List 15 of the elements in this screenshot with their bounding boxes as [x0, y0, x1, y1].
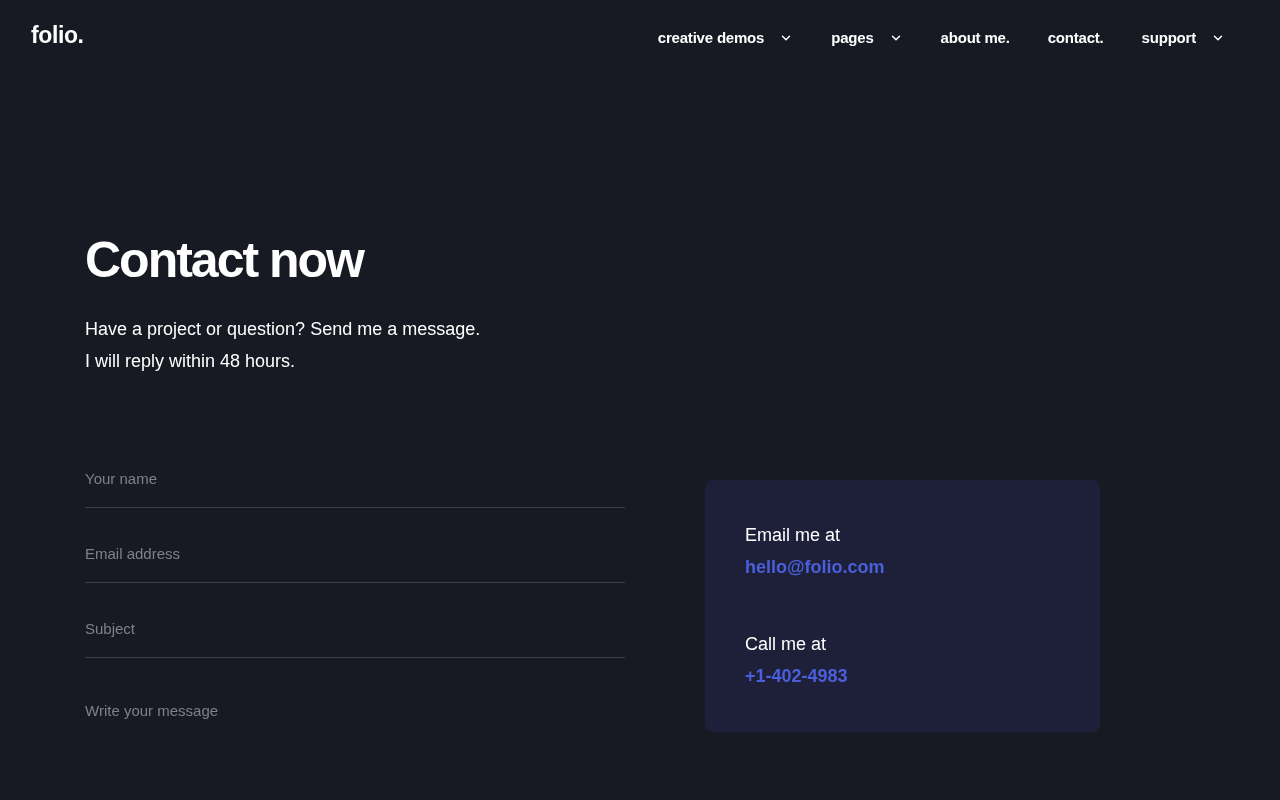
input-field[interactable]: Subject	[85, 619, 625, 658]
nav-item[interactable]: support	[1141, 28, 1225, 48]
message-field[interactable]: Write your message	[85, 701, 625, 800]
nav-item[interactable]: pages	[831, 28, 903, 48]
page-title: Contact now	[85, 231, 365, 290]
input-field[interactable]: Your name	[85, 469, 625, 508]
input-field[interactable]: Email address	[85, 544, 625, 583]
intro-text: I will reply within 48 hours.	[85, 350, 297, 373]
nav-item[interactable]: creative demos	[657, 28, 794, 48]
logo[interactable]: folio.	[31, 21, 84, 49]
nav-item[interactable]: about me.	[940, 28, 1010, 48]
contact-label: Email me at	[745, 524, 841, 547]
intro-text: Have a project or question? Send me a message.	[85, 318, 482, 341]
contact-label: Call me at	[745, 633, 827, 656]
nav-item[interactable]: contact.	[1047, 28, 1104, 48]
